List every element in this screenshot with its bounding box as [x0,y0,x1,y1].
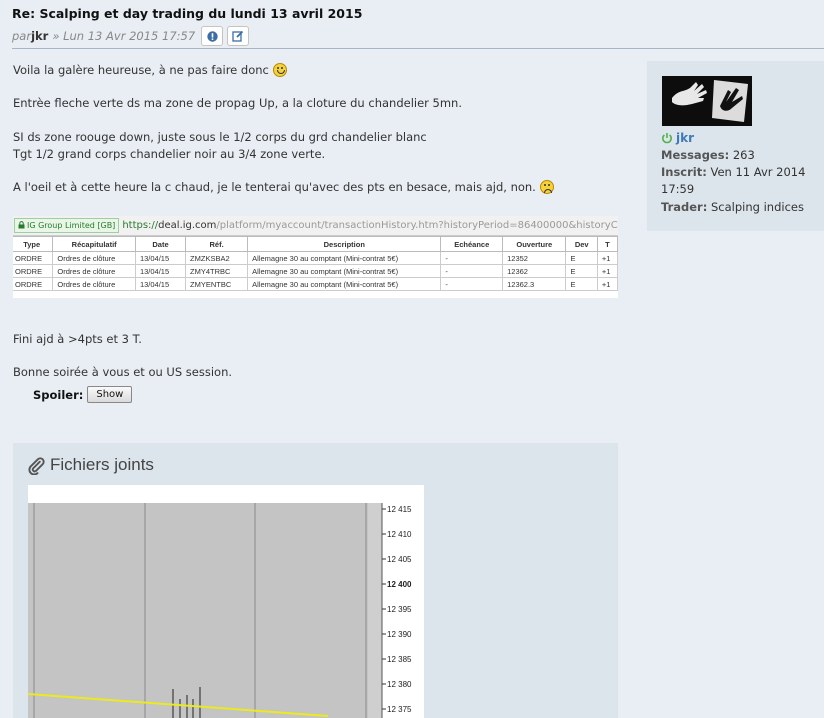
table-header: Réf. [185,236,249,252]
post-body: Voila la galère heureuse, à ne pas faire… [13,62,618,196]
table-header: Ouverture [502,236,567,252]
table-cell: 12362 [502,264,567,278]
profile-joined: Inscrit: Ven 11 Avr 2014 17:59 [661,165,806,196]
wink-smiley-icon [272,63,287,77]
axis-tick-label: 12 380 [387,680,412,689]
spoiler-label: Spoiler: [33,387,84,402]
online-power-icon [662,133,672,144]
table-cell: 13/04/15 [134,277,187,291]
price-chart: 12 415 12 410 12 405 12 400 12 395 12 390 12 3… [28,485,424,718]
axis-tick-label: 12 405 [387,555,412,564]
attachments-heading: Fichiers joints [27,455,154,475]
report-button[interactable] [201,26,224,46]
axis-tick-label: 12 390 [387,630,412,639]
table-cell: Allemagne 30 au comptant (Mini-contrat 5… [247,251,442,265]
table-header: Dev [565,236,598,252]
post-line: SI ds zone roouge down, juste sous le 1/… [13,130,427,144]
table-cell: Allemagne 30 au comptant (Mini-contrat 5… [247,264,442,278]
header-divider [12,48,824,49]
table-header: Récapitulatif [52,236,136,252]
spoiler: Spoiler: Show [33,386,133,403]
post-line: Entrèe fleche verte ds ma zone de propag… [13,96,463,110]
transaction-table: Type Récapitulatif Date Réf. Description Eché… [13,236,618,291]
post-title[interactable]: Re: Scalping et day trading du lundi 13 … [12,6,362,21]
hands-avatar-image [662,76,752,126]
table-cell: +1 [596,251,618,265]
table-cell: ZMYENTBC [185,277,249,291]
table-cell: ZMZKSBA2 [185,251,249,265]
table-cell: ORDRE [13,277,54,291]
avatar[interactable] [662,76,752,126]
axis-tick-label: 12 400 [387,580,412,589]
post-header: Re: Scalping et day trading du lundi 13 … [12,6,362,46]
axis-tick-label: 12 415 [387,505,412,514]
table-cell: +1 [596,264,618,278]
edit-button[interactable] [227,26,250,46]
table-cell: E [565,277,598,291]
post-by-label: par [12,29,32,43]
security-badge: IG Group Limited [GB] [14,218,120,233]
paperclip-icon [28,456,45,475]
transaction-history-screenshot[interactable]: IG Group Limited [GB] https://deal.ig.co… [13,216,618,298]
table-row: ORDRE Ordres de clôture 13/04/15 ZMY4TRBC Al… [13,264,618,278]
table-cell: ORDRE [13,264,54,278]
table-cell: +1 [596,277,618,291]
sad-smiley-icon [539,180,554,194]
edit-icon [232,30,244,42]
profile-trader: Trader: Scalping indices [661,200,804,214]
author-profile: jkr Messages: 263 Inscrit: Ven 11 Avr 20… [647,61,824,231]
attachment-chart-image[interactable]: 12 415 12 410 12 405 12 400 12 395 12 390 12 3… [28,485,424,718]
table-row: ORDRE Ordres de clôture 13/04/15 ZMZKSBA2 Al… [13,251,618,265]
table-cell: - [440,277,504,291]
table-cell: ORDRE [13,251,54,265]
post-line: A l'oeil et à cette heure la c chaud, je… [13,179,618,196]
table-cell: Allemagne 30 au comptant (Mini-contrat 5… [247,277,442,291]
table-cell: E [565,251,598,265]
spoiler-show-button[interactable]: Show [87,386,133,403]
post-line: Bonne soirée à vous et ou US session. [13,365,233,379]
table-cell: 13/04/15 [134,251,187,265]
table-header: Description [247,236,442,252]
axis-tick-label: 12 375 [387,705,412,714]
table-cell: 12362.3 [502,277,567,291]
table-row: ORDRE Ordres de clôture 13/04/15 ZMYENTBC Al… [13,277,618,291]
attachments-box: Fichiers joints 12 415 12 410 12 405 12 400… [13,443,618,718]
table-cell: Ordres de clôture [52,264,136,278]
table-cell: ZMY4TRBC [185,264,249,278]
table-cell: - [440,264,504,278]
table-cell: - [440,251,504,265]
post-line: Tgt 1/2 grand corps chandelier noir au 3… [13,147,326,161]
post-line: Fini ajd à >4pts et 3 T. [13,332,142,346]
profile-messages: Messages: 263 [661,148,755,162]
table-cell: E [565,264,598,278]
post-date: » Lun 13 Avr 2015 17:57 [52,29,196,43]
table-header: T [596,236,618,252]
post-body-continued: Fini ajd à >4pts et 3 T. Bonne soirée à … [13,331,618,381]
table-cell: Ordres de clôture [52,277,136,291]
browser-url-bar: IG Group Limited [GB] https://deal.ig.co… [13,216,618,236]
table-cell: 13/04/15 [134,264,187,278]
profile-username[interactable]: jkr [661,131,694,145]
axis-tick-label: 12 410 [387,530,412,539]
table-header: Type [13,236,54,252]
table-cell: Ordres de clôture [52,251,136,265]
table-cell: 12352 [502,251,567,265]
lock-icon [18,221,25,229]
post-line: Voila la galère heureuse, à ne pas faire… [13,62,618,79]
url-text: https://deal.ig.com/platform/myaccount/t… [122,220,618,231]
post-author-link[interactable]: jkr [31,29,48,43]
table-header: Echéance [440,236,504,252]
axis-tick-label: 12 385 [387,655,412,664]
exclamation-icon [206,30,218,42]
table-header: Date [134,236,187,252]
post-meta: par jkr » Lun 13 Avr 2015 17:57 [12,26,362,46]
axis-tick-label: 12 395 [387,605,412,614]
